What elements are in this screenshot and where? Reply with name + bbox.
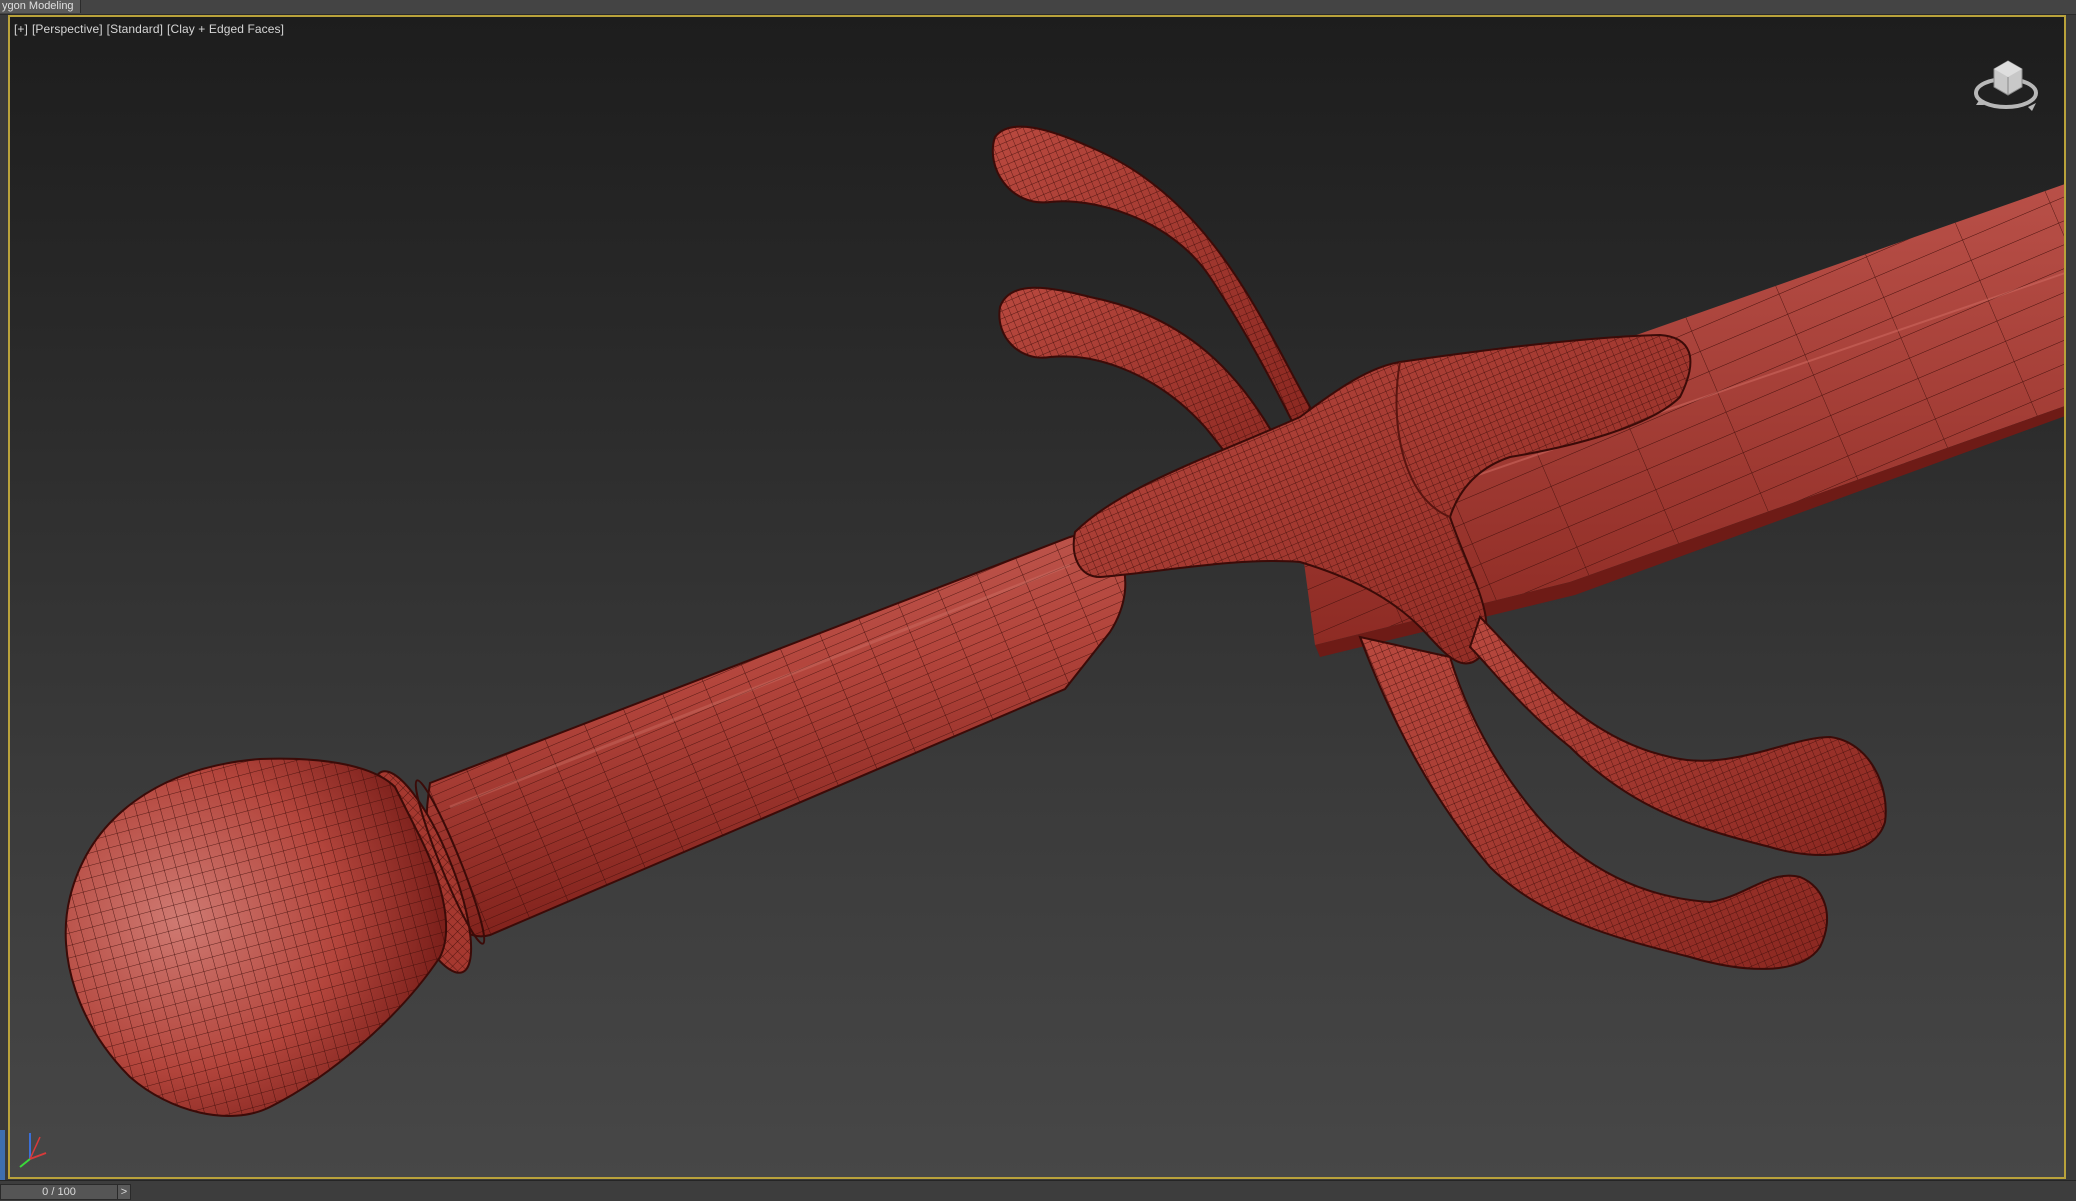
- left-edge-indicator: [0, 1130, 5, 1180]
- viewport-general-menu[interactable]: [+]: [14, 22, 28, 36]
- grip[interactable]: [425, 533, 1127, 938]
- pommel[interactable]: [64, 757, 448, 1117]
- time-slider-handle[interactable]: 0 / 100: [0, 1184, 118, 1200]
- axis-tripod-icon: [19, 1133, 47, 1168]
- perspective-viewport[interactable]: [+] [Perspective] [Standard] [Clay + Edged …: [8, 15, 2066, 1179]
- quillon-rear-upper[interactable]: [991, 125, 1312, 440]
- ribbon-tab-polygon-modeling[interactable]: ygon Modeling: [0, 0, 81, 13]
- viewport-point-of-view-menu[interactable]: [Perspective]: [32, 22, 103, 36]
- sword-model[interactable]: [10, 17, 2066, 1179]
- ribbon-bar: ygon Modeling: [0, 0, 2076, 15]
- viewport-display-mode-menu[interactable]: [Clay + Edged Faces]: [167, 22, 284, 36]
- next-frame-button[interactable]: >: [117, 1184, 131, 1200]
- viewcube-icon[interactable]: [1966, 47, 2046, 127]
- viewport-label-menu: [+] [Perspective] [Standard] [Clay + Edged …: [14, 22, 288, 36]
- viewport-shading-preset-menu[interactable]: [Standard]: [107, 22, 163, 36]
- time-slider-bar: 0 / 100 >: [0, 1180, 2076, 1201]
